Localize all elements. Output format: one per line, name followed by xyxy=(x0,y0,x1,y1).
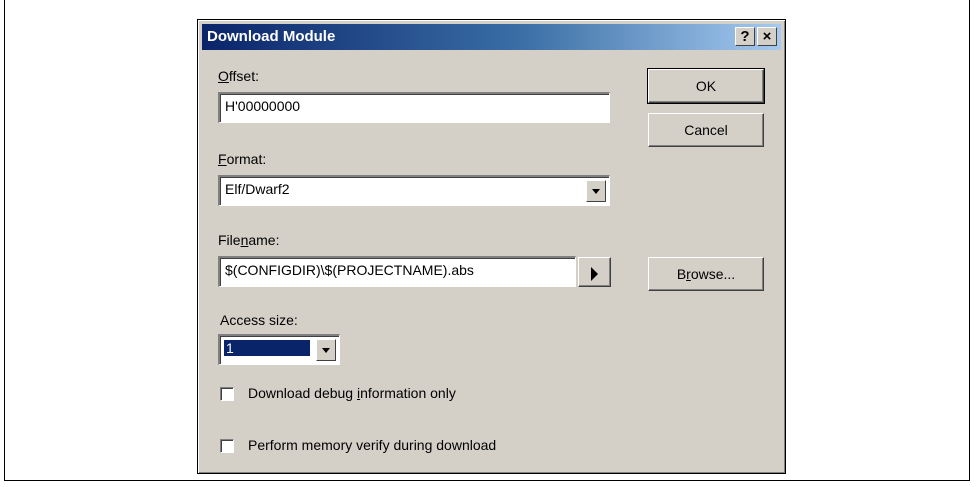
access-size-select[interactable]: 1 xyxy=(218,334,340,365)
access-size-value: 1 xyxy=(223,339,311,357)
title-bar[interactable]: Download Module ? × xyxy=(202,24,781,50)
cancel-button[interactable]: Cancel xyxy=(648,113,764,147)
debug-label-post: nformation only xyxy=(360,385,456,401)
filename-label-post: ame: xyxy=(248,232,280,248)
browse-label-post: owse... xyxy=(690,266,736,282)
dialog-title: Download Module xyxy=(207,28,336,45)
offset-label-accel: O xyxy=(218,68,229,84)
format-value: Elf/Dwarf2 xyxy=(225,181,290,197)
offset-label-rest: ffset: xyxy=(228,68,259,84)
download-module-dialog: Download Module ? × Offset: H'00000000 F… xyxy=(197,19,786,474)
browse-label-pre: B xyxy=(676,266,687,282)
format-label-accel: F xyxy=(218,151,227,167)
debug-label-pre: Download debug xyxy=(248,385,357,401)
chevron-down-icon[interactable] xyxy=(316,339,336,361)
debug-info-only-label: Download debug information only xyxy=(248,385,456,401)
filename-label-pre: File xyxy=(218,232,241,248)
memory-verify-label: Perform memory verify during download xyxy=(248,437,497,453)
filename-label: Filename: xyxy=(218,232,279,248)
offset-input[interactable]: H'00000000 xyxy=(218,92,610,123)
help-button[interactable]: ? xyxy=(735,27,755,46)
chevron-down-icon[interactable] xyxy=(586,180,606,202)
format-label: Format: xyxy=(218,151,266,167)
filename-input[interactable]: $(CONFIGDIR)\$(PROJECTNAME).abs xyxy=(218,256,576,287)
browse-button[interactable]: Browse... xyxy=(648,257,764,291)
memory-verify-checkbox[interactable] xyxy=(220,439,234,453)
format-select[interactable]: Elf/Dwarf2 xyxy=(218,175,610,206)
filename-macro-button[interactable] xyxy=(578,257,611,287)
debug-info-only-checkbox[interactable] xyxy=(220,387,234,401)
close-button[interactable]: × xyxy=(757,27,777,46)
ok-button[interactable]: OK xyxy=(647,68,765,104)
format-label-rest: ormat: xyxy=(226,151,267,167)
offset-label: Offset: xyxy=(218,68,259,84)
access-size-label: Access size: xyxy=(220,312,298,328)
